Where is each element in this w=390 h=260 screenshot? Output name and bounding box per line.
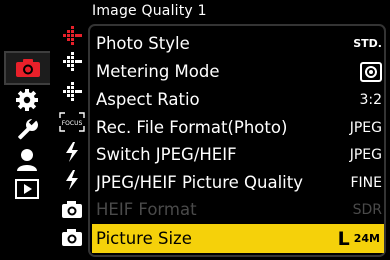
subpage-camera-settings-1[interactable] [58, 196, 86, 222]
subpage-focus[interactable]: FOCUS [58, 109, 86, 135]
picture-size-value: L 24M [338, 228, 380, 250]
menu-item-label: Aspect Ratio [96, 90, 200, 109]
category-setup-tab[interactable] [6, 115, 48, 145]
menu-item-label: Photo Style [96, 34, 190, 53]
subpage-flash-2[interactable] [58, 167, 86, 193]
picture-size-pixels: 24M [353, 232, 380, 245]
menu-item-label: Metering Mode [96, 62, 220, 81]
menu-item-rec-file-format[interactable]: Rec. File Format(Photo) JPEG [96, 114, 382, 141]
category-playback-tab[interactable] [6, 174, 48, 204]
menu-item-switch-jpeg-heif[interactable]: Switch JPEG/HEIF JPEG [96, 141, 382, 168]
category-bar [0, 0, 50, 260]
playback-icon [15, 179, 39, 199]
menu-item-picture-quality[interactable]: JPEG/HEIF Picture Quality FINE [96, 169, 382, 196]
menu-item-photo-style[interactable]: Photo Style STD. [96, 30, 382, 57]
image-quality-3-icon [63, 82, 82, 101]
category-my-menu-tab[interactable] [6, 145, 48, 175]
menu-item-label: Rec. File Format(Photo) [96, 118, 288, 137]
menu-item-heif-format: HEIF Format SDR [96, 196, 382, 223]
rec-file-format-value: JPEG [349, 119, 382, 136]
multi-metering-icon [360, 61, 382, 82]
menu-item-label: JPEG/HEIF Picture Quality [96, 173, 303, 192]
camera-settings-icon [62, 201, 82, 218]
image-quality-1-icon [63, 26, 82, 45]
menu-item-metering-mode[interactable]: Metering Mode [96, 58, 382, 85]
subpage-image-quality-3[interactable] [58, 79, 86, 105]
subpage-column: FOCUS [50, 16, 88, 260]
person-icon [17, 149, 37, 171]
category-custom-tab[interactable] [6, 85, 48, 115]
focus-icon: FOCUS [59, 112, 85, 132]
flash-icon [66, 142, 78, 162]
camera-settings-icon [62, 229, 82, 246]
menu-item-aspect-ratio[interactable]: Aspect Ratio 3:2 [96, 86, 382, 113]
subpage-flash-1[interactable] [58, 139, 86, 165]
heif-format-value: SDR [352, 201, 382, 218]
subpage-image-quality-1[interactable] [58, 23, 86, 49]
menu-item-label: Picture Size [96, 229, 192, 248]
camera-icon [16, 59, 40, 77]
subpage-image-quality-2[interactable] [58, 49, 86, 75]
photo-style-standard-icon: STD. [353, 37, 382, 50]
camera-menu-screen: FOCUS Image Quality 1 Photo Style STD. M… [0, 0, 390, 260]
menu-item-label: Switch JPEG/HEIF [96, 145, 237, 164]
menu-title: Image Quality 1 [92, 3, 207, 19]
menu-item-label: HEIF Format [96, 200, 197, 219]
gear-icon [16, 89, 38, 111]
menu-item-picture-size[interactable]: Picture Size L 24M [92, 224, 384, 253]
aspect-ratio-value: 3:2 [359, 91, 382, 108]
wrench-icon [18, 118, 38, 140]
focus-icon-text: FOCUS [62, 120, 83, 127]
photo-style-value: STD. [353, 37, 382, 50]
picture-quality-value: FINE [350, 174, 383, 191]
switch-jpeg-heif-value: JPEG [349, 146, 382, 163]
picture-size-letter: L [337, 227, 350, 250]
flash-icon [66, 170, 78, 190]
image-quality-2-icon [63, 52, 82, 71]
subpage-camera-settings-2[interactable] [58, 224, 86, 250]
category-photo-tab[interactable] [4, 51, 50, 85]
